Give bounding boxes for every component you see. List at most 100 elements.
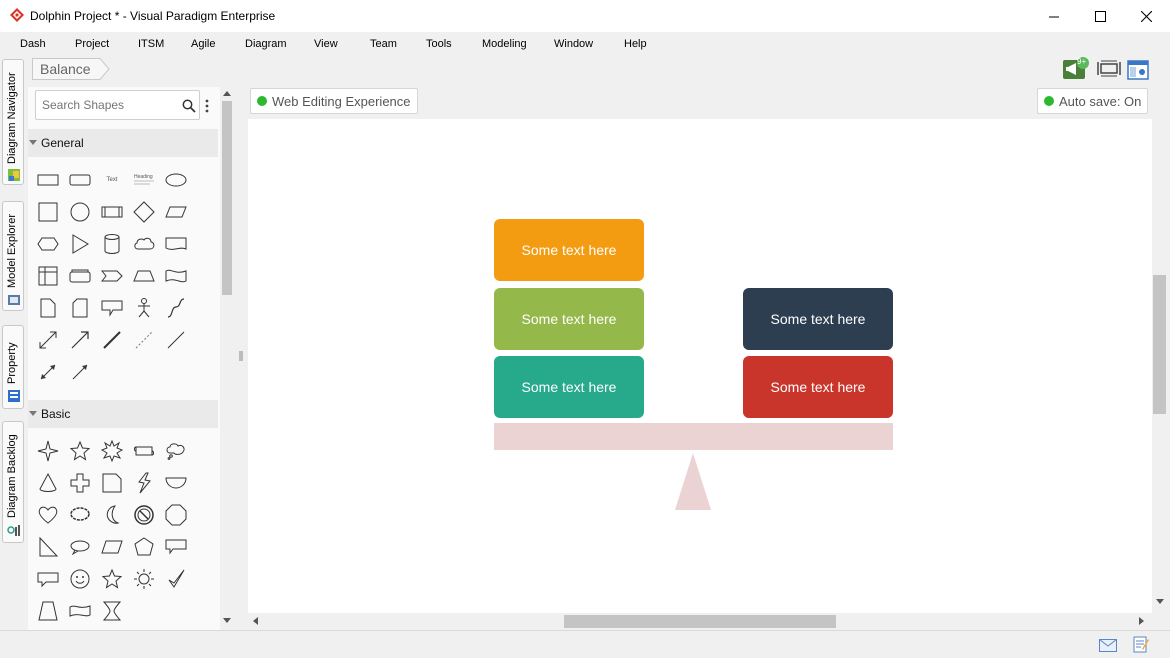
shape-cloud[interactable] [130,230,158,258]
shape-cloud-callout[interactable] [66,501,94,529]
diagram-canvas[interactable]: Some text here Some text here Some text … [248,87,1152,613]
shape-text[interactable]: Text [98,166,126,194]
shape-diamond[interactable] [130,198,158,226]
horizontal-scroll-thumb[interactable] [564,615,836,628]
shape-line[interactable] [162,326,190,354]
shape-parallelogram[interactable] [162,198,190,226]
shape-scroll[interactable] [130,437,158,465]
shape-heart[interactable] [34,501,62,529]
search-box[interactable] [35,90,200,120]
vertical-scroll-thumb[interactable] [1153,275,1166,414]
shape-circle[interactable] [66,198,94,226]
shape-sun[interactable] [130,565,158,593]
close-button[interactable] [1123,0,1169,32]
diagram-box-teal[interactable]: Some text here [494,356,644,418]
palette-scroll-thumb[interactable] [222,101,232,295]
shape-flag[interactable] [66,597,94,625]
shape-no-symbol[interactable] [130,501,158,529]
diagram-box-navy[interactable]: Some text here [743,288,893,350]
shape-heading[interactable]: Heading [130,166,158,194]
scroll-up-icon[interactable] [223,91,231,97]
shape-trapezoid[interactable] [130,262,158,290]
shape-actor[interactable] [130,294,158,322]
shape-cone[interactable] [34,469,62,497]
shape-folded-page[interactable] [66,294,94,322]
shape-oval-callout[interactable] [66,533,94,561]
shape-chevron[interactable] [98,262,126,290]
shape-rounded-rectangle[interactable] [66,166,94,194]
search-icon[interactable] [182,99,196,113]
shape-hourglass[interactable] [98,597,126,625]
shape-cross[interactable] [66,469,94,497]
shape-process[interactable] [98,198,126,226]
web-editing-indicator[interactable]: Web Editing Experience [250,88,418,114]
shape-document[interactable] [162,230,190,258]
fit-diagram-button[interactable] [1097,57,1121,81]
shape-slanted-rect[interactable] [98,533,126,561]
scroll-down-icon[interactable] [1156,599,1164,605]
shape-octagon[interactable] [162,501,190,529]
section-basic[interactable]: Basic [28,400,218,428]
shape-check[interactable] [162,565,190,593]
shape-lightning[interactable] [130,469,158,497]
shape-pentagon[interactable] [130,533,158,561]
scroll-right-icon[interactable] [1139,617,1145,625]
menu-tools[interactable]: Tools [426,38,452,50]
shape-snip-corner[interactable] [98,469,126,497]
palette-scrollbar[interactable] [220,87,234,630]
diagram-box-red[interactable]: Some text here [743,356,893,418]
menu-diagram[interactable]: Diagram [245,38,287,50]
menu-project[interactable]: Project [75,38,109,50]
shape-star-outline[interactable] [98,565,126,593]
edit-document-icon[interactable] [1133,635,1149,653]
menu-itsm[interactable]: ITSM [138,38,164,50]
canvas-vertical-scrollbar[interactable] [1152,87,1168,613]
shape-speech-bubble[interactable] [34,565,62,593]
scroll-left-icon[interactable] [253,617,259,625]
shape-arrow[interactable] [66,358,94,386]
diagram-box-orange[interactable]: Some text here [494,219,644,281]
shape-bidirectional-arrow[interactable] [34,358,62,386]
shape-card[interactable] [66,262,94,290]
shape-table[interactable] [34,262,62,290]
section-general[interactable]: General [28,129,218,157]
tab-diagram-navigator[interactable]: Diagram Navigator [2,59,24,185]
shape-double-arrow[interactable] [34,326,62,354]
shape-star-4[interactable] [34,437,62,465]
shape-burst[interactable] [98,437,126,465]
shape-half-circle[interactable] [162,469,190,497]
autosave-indicator[interactable]: Auto save: On [1037,88,1149,114]
shape-triangle-right[interactable] [66,230,94,258]
shape-curve[interactable] [162,294,190,322]
balance-beam[interactable] [494,423,893,450]
shape-wave[interactable] [162,262,190,290]
shape-right-triangle[interactable] [34,533,62,561]
shape-moon[interactable] [98,501,126,529]
shape-note[interactable] [34,294,62,322]
tab-property[interactable]: Property [2,325,24,409]
shape-dashed-line[interactable] [130,326,158,354]
shape-callout[interactable] [98,294,126,322]
layout-button[interactable] [1127,57,1149,81]
shape-thought-bubble[interactable] [162,437,190,465]
menu-modeling[interactable]: Modeling [482,38,527,50]
shape-cylinder[interactable] [98,230,126,258]
mail-icon[interactable] [1099,639,1117,652]
shape-square[interactable] [34,198,62,226]
menu-view[interactable]: View [314,38,338,50]
diagram-box-green[interactable]: Some text here [494,288,644,350]
tab-model-explorer[interactable]: Model Explorer [2,201,24,311]
shape-rect-callout[interactable] [162,533,190,561]
shape-smiley[interactable] [66,565,94,593]
more-options-icon[interactable] [205,99,209,113]
notifications-button[interactable]: 9+ [1062,57,1090,81]
balance-fulcrum[interactable] [674,453,712,511]
minimize-button[interactable] [1031,0,1077,32]
panel-splitter[interactable] [236,87,246,630]
shape-trapezoid-tall[interactable] [34,597,62,625]
shape-star-5[interactable] [66,437,94,465]
tab-diagram-backlog[interactable]: Diagram Backlog [2,421,24,543]
maximize-button[interactable] [1077,0,1123,32]
shape-hexagon[interactable] [34,230,62,258]
menu-dash[interactable]: Dash [20,38,46,50]
